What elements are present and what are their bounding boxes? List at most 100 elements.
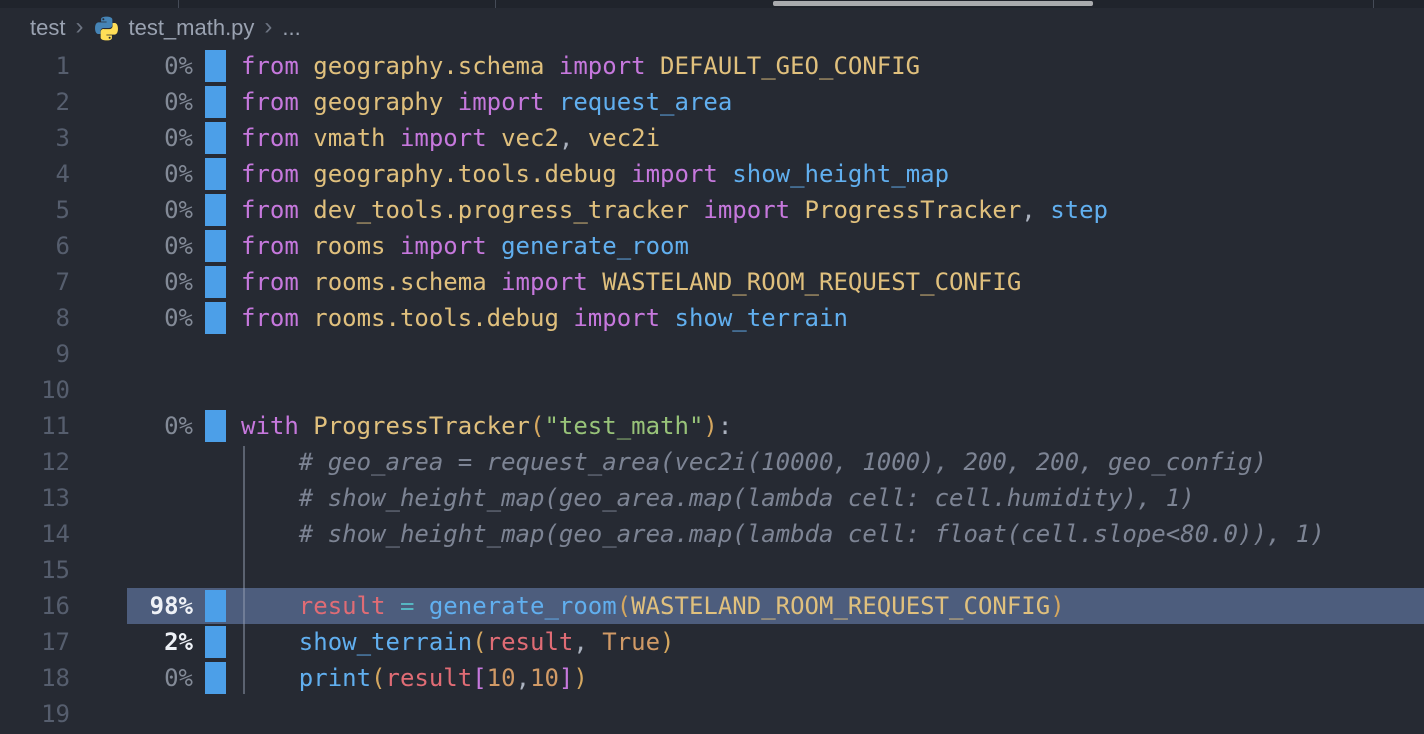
- line-number[interactable]: 1: [0, 48, 70, 84]
- token-type: geography.tools.debug: [313, 160, 616, 188]
- token-type: rooms: [313, 232, 385, 260]
- token-pl: [299, 268, 313, 296]
- code-line[interactable]: 60%from rooms import generate_room: [0, 228, 1424, 264]
- code-line[interactable]: 70%from rooms.schema import WASTELAND_RO…: [0, 264, 1424, 300]
- token-pl: [790, 196, 804, 224]
- line-number[interactable]: 14: [0, 516, 70, 552]
- code-line[interactable]: 10%from geography.schema import DEFAULT_…: [0, 48, 1424, 84]
- line-number[interactable]: 6: [0, 228, 70, 264]
- line-number[interactable]: 5: [0, 192, 70, 228]
- line-number[interactable]: 13: [0, 480, 70, 516]
- token-pl: [386, 592, 400, 620]
- token-type: vec2i: [588, 124, 660, 152]
- token-type: vec2: [501, 124, 559, 152]
- code-line[interactable]: 19: [0, 696, 1424, 732]
- line-number[interactable]: 17: [0, 624, 70, 660]
- code-text: # geo_area = request_area(vec2i(10000, 1…: [241, 444, 1267, 480]
- tab-divider: [178, 0, 179, 8]
- code-line[interactable]: 180% print(result[10,10]): [0, 660, 1424, 696]
- token-cm: # show_height_map(geo_area.map(lambda ce…: [241, 520, 1325, 548]
- line-number[interactable]: 18: [0, 660, 70, 696]
- code-text: show_terrain(result, True): [241, 624, 675, 660]
- coverage-gutter-marker: [205, 86, 226, 118]
- token-kw: import: [703, 196, 790, 224]
- line-number[interactable]: 4: [0, 156, 70, 192]
- token-num: True: [602, 628, 660, 656]
- breadcrumb-folder[interactable]: test: [30, 15, 65, 41]
- token-kw: from: [241, 52, 299, 80]
- line-number[interactable]: 8: [0, 300, 70, 336]
- token-pl: [588, 268, 602, 296]
- coverage-gutter-marker: [205, 410, 226, 442]
- breadcrumb-symbol-more[interactable]: ...: [282, 15, 300, 41]
- token-pl: [241, 664, 299, 692]
- breadcrumb: test › test_math.py › ...: [0, 8, 1424, 48]
- line-number[interactable]: 10: [0, 372, 70, 408]
- token-kw: from: [241, 88, 299, 116]
- token-type: rooms.schema: [313, 268, 486, 296]
- chevron-right-icon: ›: [264, 13, 272, 41]
- token-b1: ): [703, 412, 717, 440]
- line-number[interactable]: 9: [0, 336, 70, 372]
- coverage-gutter-marker: [205, 158, 226, 190]
- token-pl: [414, 592, 428, 620]
- code-line[interactable]: 1698% result = generate_room(WASTELAND_R…: [0, 588, 1424, 624]
- token-type: DEFAULT_GEO_CONFIG: [660, 52, 920, 80]
- token-pl: ,: [573, 628, 602, 656]
- code-line[interactable]: 30%from vmath import vec2, vec2i: [0, 120, 1424, 156]
- token-pl: [487, 268, 501, 296]
- line-number[interactable]: 15: [0, 552, 70, 588]
- code-line[interactable]: 110% with ProgressTracker("test_math"):: [0, 408, 1424, 444]
- code-line[interactable]: 13 # show_height_map(geo_area.map(lambda…: [0, 480, 1424, 516]
- token-pl: ,: [559, 124, 588, 152]
- line-number[interactable]: 7: [0, 264, 70, 300]
- code-line[interactable]: 40%from geography.tools.debug import sho…: [0, 156, 1424, 192]
- horizontal-scrollbar-thumb[interactable]: [773, 1, 1093, 6]
- coverage-gutter-marker: [205, 230, 226, 262]
- line-number[interactable]: 12: [0, 444, 70, 480]
- line-number[interactable]: 19: [0, 696, 70, 732]
- token-kw: import: [400, 232, 487, 260]
- code-line[interactable]: 172% show_terrain(result, True): [0, 624, 1424, 660]
- line-number[interactable]: 16: [0, 588, 70, 624]
- breadcrumb-file[interactable]: test_math.py: [128, 15, 254, 41]
- coverage-percentage: 0%: [70, 408, 193, 444]
- token-pl: [646, 52, 660, 80]
- coverage-gutter-marker: [205, 626, 226, 658]
- token-kw: import: [559, 52, 646, 80]
- token-pl: [241, 592, 299, 620]
- token-pl: ,: [1021, 196, 1050, 224]
- code-line[interactable]: 50%from dev_tools.progress_tracker impor…: [0, 192, 1424, 228]
- code-line[interactable]: 14 # show_height_map(geo_area.map(lambda…: [0, 516, 1424, 552]
- token-pl: [386, 124, 400, 152]
- python-icon: [93, 15, 120, 42]
- line-number[interactable]: 11: [0, 408, 70, 444]
- token-kw: import: [631, 160, 718, 188]
- token-fn: show_terrain: [675, 304, 848, 332]
- token-kw: from: [241, 304, 299, 332]
- token-pl: [443, 88, 457, 116]
- token-kw: import: [458, 88, 545, 116]
- code-text: with ProgressTracker("test_math"):: [241, 408, 732, 444]
- code-text: from geography import request_area: [241, 84, 732, 120]
- code-line[interactable]: 80%from rooms.tools.debug import show_te…: [0, 300, 1424, 336]
- coverage-percentage: 98%: [70, 588, 193, 624]
- token-kw: from: [241, 124, 299, 152]
- code-line[interactable]: 12 # geo_area = request_area(vec2i(10000…: [0, 444, 1424, 480]
- coverage-percentage: 0%: [70, 156, 193, 192]
- token-b2: [: [472, 664, 486, 692]
- token-b1: (: [530, 412, 544, 440]
- code-line[interactable]: 9: [0, 336, 1424, 372]
- line-number[interactable]: 2: [0, 84, 70, 120]
- code-line[interactable]: 10: [0, 372, 1424, 408]
- line-number[interactable]: 3: [0, 120, 70, 156]
- token-red: result: [299, 592, 386, 620]
- coverage-gutter-marker: [205, 590, 226, 622]
- token-pl: [617, 160, 631, 188]
- coverage-percentage: 0%: [70, 48, 193, 84]
- code-line[interactable]: 15: [0, 552, 1424, 588]
- token-pl: [299, 232, 313, 260]
- token-b1: ): [660, 628, 674, 656]
- code-line[interactable]: 20%from geography import request_area: [0, 84, 1424, 120]
- code-text: # show_height_map(geo_area.map(lambda ce…: [241, 516, 1325, 552]
